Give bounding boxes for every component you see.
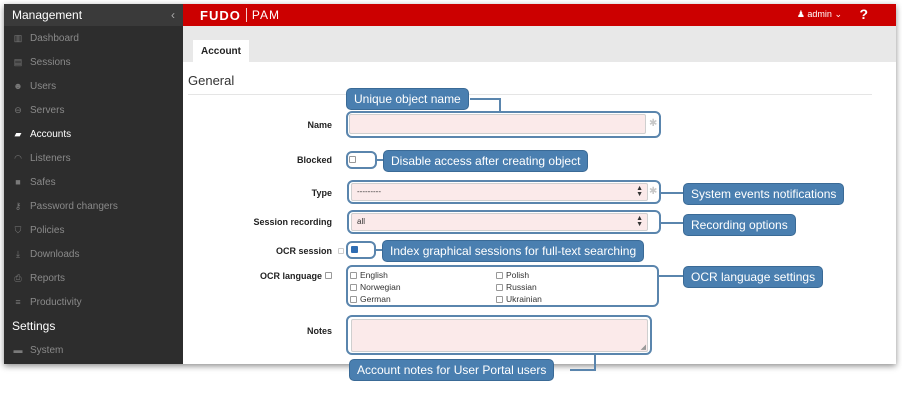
connector-line — [499, 98, 501, 112]
name-label: Name — [307, 120, 332, 130]
sidebar-item-label: Users — [30, 80, 57, 92]
sidebar-section-settings: Settings — [12, 319, 56, 333]
blocked-highlight — [346, 151, 377, 169]
logo: FUDO — [200, 7, 241, 23]
callout-notes: Account notes for User Portal users — [349, 359, 555, 381]
sidebar-item-label: Downloads — [30, 248, 80, 260]
name-highlight — [346, 111, 661, 138]
ocr-session-highlight — [346, 241, 376, 259]
user-menu[interactable]: ♟ admin ⌄ — [797, 9, 842, 20]
connector-line — [660, 222, 684, 224]
connector-line — [660, 192, 684, 194]
connector-line — [658, 275, 684, 277]
connector-line — [470, 98, 501, 100]
sidebar-item-downloads[interactable]: ⤓ Downloads — [4, 242, 183, 266]
sidebar-item-users[interactable]: ☻ Users — [4, 74, 183, 98]
sidebar-item-label: Sessions — [30, 56, 71, 68]
notes-highlight — [346, 315, 652, 355]
account-icon: ▰ — [14, 128, 22, 139]
sidebar-item-label: Servers — [30, 104, 65, 116]
sidebar-item-system[interactable]: ▬ System — [4, 338, 183, 362]
rss-icon: ◠ — [14, 152, 22, 163]
folder-icon: ▬ — [13, 345, 23, 355]
sidebar-item-productivity[interactable]: ≡ Productivity — [4, 290, 183, 314]
sidebar-item-label: Safes — [30, 176, 56, 188]
top-bar: FUDO PAM ♟ admin ⌄ ? — [183, 4, 896, 26]
sidebar-item-label: System — [30, 344, 64, 356]
recording-highlight — [347, 210, 661, 234]
sidebar: Management ‹ ▥ Dashboard ▤ Sessions ☻ Users ⊖ S… — [4, 4, 183, 364]
tab-account[interactable]: Account — [193, 40, 249, 62]
session-recording-label: Session recording — [253, 217, 332, 227]
sidebar-item-label: Password changers — [30, 200, 118, 212]
user-name: admin — [807, 9, 832, 19]
callout-name: Unique object name — [346, 88, 469, 110]
section-title: General — [188, 73, 235, 88]
ocr-language-toggle-checkbox[interactable] — [325, 272, 332, 279]
connector-line — [570, 369, 596, 371]
divider — [188, 94, 872, 95]
chevron-down-icon: ⌄ — [834, 9, 842, 19]
type-highlight — [347, 180, 661, 204]
sidebar-header: Management ‹ — [4, 4, 183, 26]
chevron-left-icon[interactable]: ‹ — [171, 8, 175, 22]
sidebar-item-label: Reports — [30, 272, 66, 284]
sidebar-item-accounts[interactable]: ▰ Accounts — [4, 122, 183, 146]
key-icon: ⚷ — [14, 200, 22, 211]
callout-ocr-language: OCR language settings — [683, 266, 824, 288]
safe-icon: ■ — [15, 177, 21, 187]
callout-ocr-session: Index graphical sessions for full-text s… — [382, 240, 645, 262]
users-icon: ☻ — [13, 81, 23, 91]
callout-blocked: Disable access after creating object — [383, 150, 589, 172]
sidebar-item-label: Productivity — [30, 296, 82, 308]
list-icon: ≡ — [15, 297, 21, 307]
ocr-session-help-checkbox — [338, 248, 344, 254]
user-icon: ♟ — [796, 9, 805, 19]
help-button[interactable]: ? — [859, 6, 868, 22]
sidebar-item-reports[interactable]: ⎙ Reports — [4, 266, 183, 290]
sidebar-item-servers[interactable]: ⊖ Servers — [4, 98, 183, 122]
film-icon: ▤ — [13, 56, 23, 67]
type-label: Type — [311, 188, 332, 198]
server-icon: ⊖ — [14, 104, 22, 115]
blocked-label: Blocked — [296, 155, 332, 165]
ocr-language-label: OCR language — [259, 271, 322, 281]
notes-label: Notes — [306, 326, 332, 336]
print-icon: ⎙ — [14, 272, 22, 283]
download-icon: ⤓ — [16, 248, 20, 259]
callout-recording: Recording options — [683, 214, 796, 236]
sidebar-item-label: Listeners — [30, 152, 71, 164]
sidebar-item-policies[interactable]: ⛉ Policies — [4, 218, 183, 242]
sidebar-item-listeners[interactable]: ◠ Listeners — [4, 146, 183, 170]
sidebar-item-safes[interactable]: ■ Safes — [4, 170, 183, 194]
shield-icon: ⛉ — [14, 224, 22, 235]
logo-divider — [245, 8, 247, 22]
bar-chart-icon: ▥ — [13, 32, 23, 43]
callout-type: System events notifications — [683, 183, 845, 205]
ocr-session-label: OCR session — [275, 246, 332, 256]
tab-bar: Account — [183, 26, 896, 62]
sidebar-item-sessions[interactable]: ▤ Sessions — [4, 50, 183, 74]
sidebar-item-password-changers[interactable]: ⚷ Password changers — [4, 194, 183, 218]
connector-line — [594, 353, 596, 371]
ocr-language-highlight — [346, 265, 659, 307]
logo-product: PAM — [251, 8, 280, 22]
sidebar-item-label: Dashboard — [30, 32, 79, 44]
sidebar-item-dashboard[interactable]: ▥ Dashboard — [4, 26, 183, 50]
sidebar-item-label: Accounts — [30, 128, 72, 140]
sidebar-item-label: Policies — [30, 224, 65, 236]
sidebar-title: Management — [12, 8, 83, 22]
